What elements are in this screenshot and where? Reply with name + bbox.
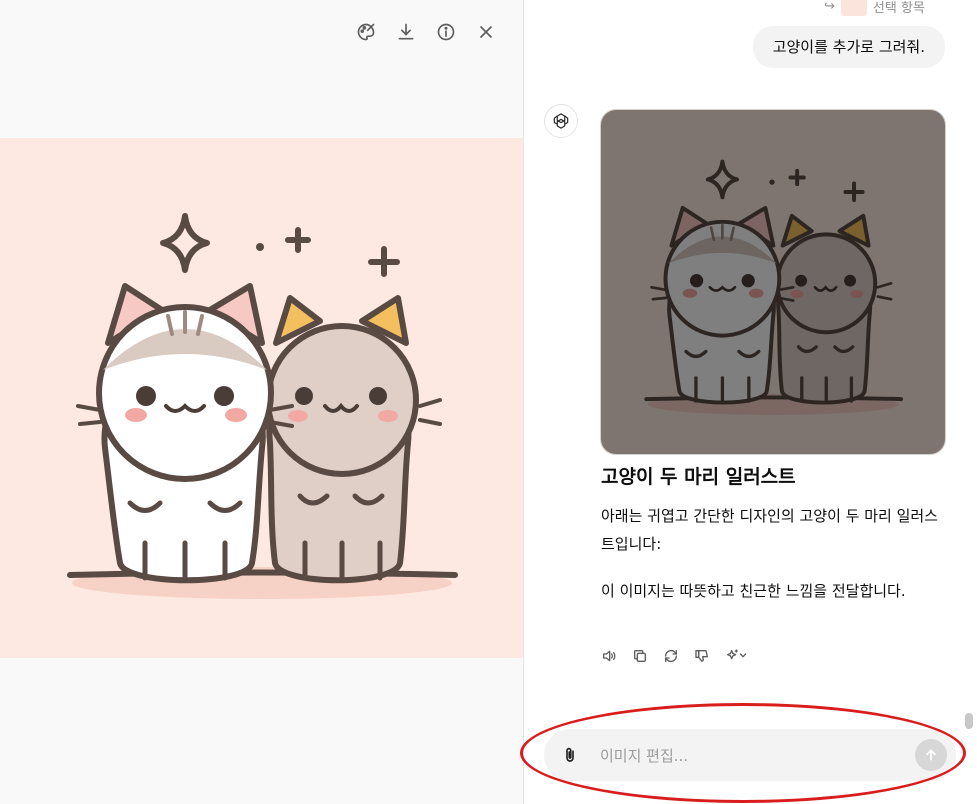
model-switch-button[interactable] (722, 645, 752, 666)
image-viewer-pane (0, 0, 523, 804)
response-paragraph: 이 이미지는 따뜻하고 친근한 느낌을 전달합니다. (601, 582, 906, 600)
two-cats-illustration (0, 138, 523, 658)
close-button[interactable] (474, 20, 498, 44)
response-title: 고양이 두 마리 일러스트 (601, 466, 796, 488)
sparkle-menu-icon (727, 648, 747, 659)
scrollbar-thumb[interactable] (965, 713, 973, 729)
reply-arrow-icon: ↪ (824, 0, 835, 14)
openai-logo-icon (553, 113, 569, 129)
regenerate-icon (664, 649, 677, 662)
close-icon (480, 26, 492, 38)
image-viewer-toolbar (354, 20, 498, 44)
read-aloud-button[interactable] (598, 645, 619, 666)
two-cats-illustration-dimmed (601, 110, 945, 454)
edit-brush-icon (357, 23, 375, 41)
image-edit-composer (544, 729, 956, 781)
edit-brush-button[interactable] (354, 20, 378, 44)
regenerate-button[interactable] (660, 645, 681, 666)
info-button[interactable] (434, 20, 458, 44)
attach-file-button[interactable] (556, 741, 584, 769)
previous-selection-reference[interactable]: ↪ 선택 항목 (824, 0, 925, 16)
bad-response-button[interactable] (691, 645, 712, 666)
selection-label: 선택 항목 (872, 0, 925, 16)
download-button[interactable] (394, 20, 418, 44)
assistant-avatar (544, 104, 578, 138)
chat-pane: ↪ 선택 항목 고양이를 추가로 그려줘. 고양이 두 마리 일러스트 아래는 … (524, 0, 977, 804)
send-button[interactable] (915, 739, 947, 771)
selection-thumbnail (840, 0, 867, 16)
info-icon (437, 23, 455, 41)
copy-icon (633, 649, 646, 662)
user-message: 고양이를 추가로 그려줘. (752, 26, 945, 68)
thumbs-down-icon (694, 649, 708, 662)
message-actions (598, 645, 752, 666)
copy-button[interactable] (629, 645, 650, 666)
download-icon (398, 23, 414, 40)
paperclip-icon (566, 747, 574, 762)
generated-image-thumbnail[interactable] (600, 109, 946, 455)
image-edit-input[interactable] (598, 742, 902, 770)
generated-image-preview (0, 138, 523, 658)
arrow-up-icon (926, 749, 936, 761)
speaker-icon (602, 650, 615, 661)
response-paragraph: 아래는 귀엽고 간단한 디자인의 고양이 두 마리 일러스트입니다: (601, 507, 938, 553)
